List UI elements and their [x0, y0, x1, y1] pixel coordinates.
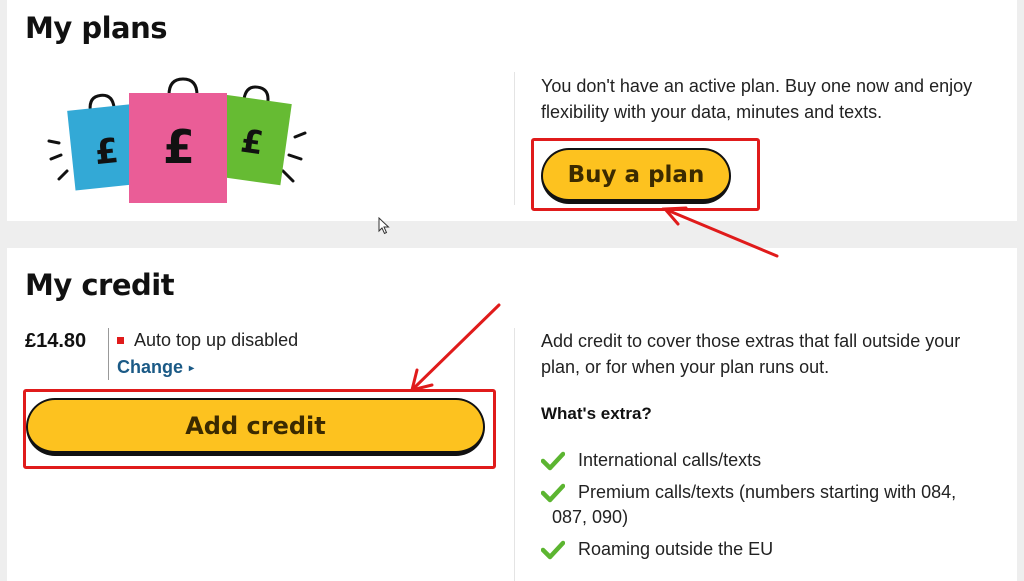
- extra-item-text: Premium calls/texts (numbers starting wi…: [578, 482, 957, 502]
- balance-divider: [108, 328, 109, 380]
- plans-divider: [514, 72, 515, 205]
- credit-description: Add credit to cover those extras that fa…: [541, 331, 961, 377]
- auto-topup-status: Auto top up disabled: [117, 330, 298, 351]
- extra-item-text-continued: 087, 090): [552, 507, 629, 527]
- my-credit-card: My credit £14.80 Auto top up disabled Ch…: [7, 248, 1017, 581]
- mouse-cursor-icon: [378, 217, 390, 235]
- triangle-right-icon: ▸: [189, 363, 195, 374]
- check-icon: [541, 540, 565, 560]
- add-credit-button[interactable]: Add credit: [26, 398, 485, 456]
- credit-balance: £14.80: [25, 330, 87, 352]
- extra-item-text: Roaming outside the EU: [578, 539, 774, 559]
- bag-pound-2: £: [163, 120, 195, 174]
- red-status-square: [117, 337, 124, 344]
- check-icon: [541, 451, 565, 471]
- bag-pound-1: £: [93, 131, 121, 173]
- list-item: Premium calls/texts (numbers starting wi…: [541, 480, 1011, 530]
- my-plans-card: My plans £ £ £ You don't have an active …: [7, 0, 1017, 221]
- check-icon: [541, 483, 565, 503]
- buy-a-plan-button[interactable]: Buy a plan: [541, 148, 731, 204]
- list-item: International calls/texts: [541, 448, 1011, 473]
- my-credit-heading: My credit: [25, 268, 175, 302]
- change-topup-link[interactable]: Change ▸: [117, 357, 194, 378]
- shopping-bags-illustration: £ £ £: [47, 77, 307, 203]
- change-link-label: Change: [117, 357, 184, 377]
- list-item: Roaming outside the EU: [541, 537, 1011, 562]
- plans-description: You don't have an active plan. Buy one n…: [541, 76, 973, 122]
- extra-item-text: International calls/texts: [578, 450, 762, 470]
- auto-topup-label: Auto top up disabled: [134, 330, 299, 350]
- credit-divider: [514, 328, 515, 581]
- whats-extra-heading: What's extra?: [541, 404, 652, 423]
- extras-list: International calls/texts Premium calls/…: [541, 448, 1011, 569]
- my-plans-heading: My plans: [25, 11, 168, 45]
